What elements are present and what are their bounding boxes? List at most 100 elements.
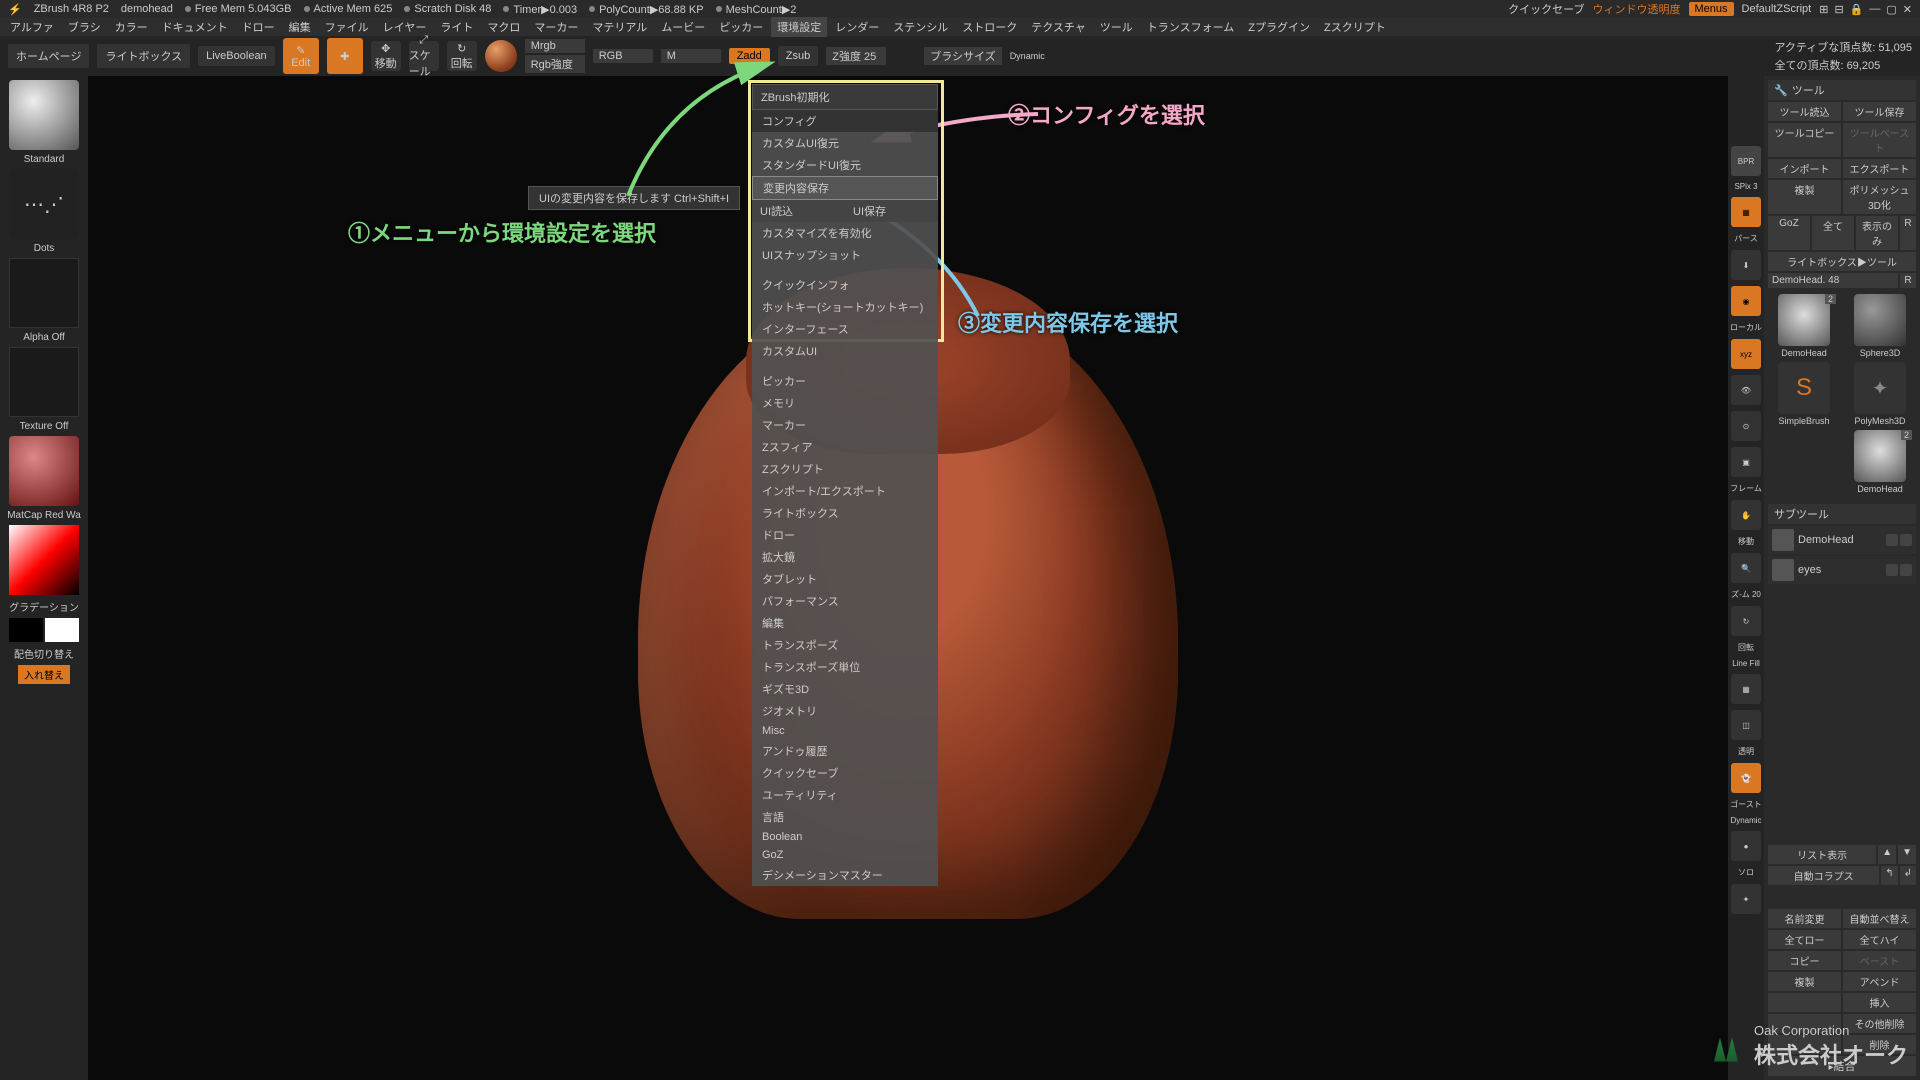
menu-tool[interactable]: ツール bbox=[1094, 17, 1139, 37]
bpr-button[interactable]: BPR bbox=[1731, 146, 1761, 176]
auto-collapse[interactable]: 自動コラプス bbox=[1768, 866, 1879, 885]
pref-item[interactable]: インポート/エクスポート bbox=[752, 480, 938, 502]
menu-stencil[interactable]: ステンシル bbox=[887, 17, 954, 37]
menu-zplugin[interactable]: Zプラグイン bbox=[1242, 17, 1316, 37]
mrgb-toggle[interactable]: Mrgb bbox=[525, 39, 585, 53]
z-intensity[interactable]: Z強度 25 bbox=[826, 47, 886, 65]
tool-import[interactable]: インポート bbox=[1768, 159, 1841, 178]
subtool-demohead[interactable]: DemoHead bbox=[1768, 526, 1916, 554]
brush-icon[interactable] bbox=[1886, 564, 1898, 576]
pref-item[interactable]: ギズモ3D bbox=[752, 678, 938, 700]
persp-button[interactable]: ▦ bbox=[1731, 197, 1761, 227]
menu-marker[interactable]: マーカー bbox=[528, 17, 584, 37]
rgb-intensity[interactable]: Rgb強度 bbox=[525, 55, 585, 73]
zoom-button[interactable]: 🔍 bbox=[1731, 553, 1761, 583]
pref-item[interactable]: インターフェース bbox=[752, 318, 938, 340]
all-high[interactable]: 全てハイ bbox=[1843, 930, 1916, 949]
pref-save-changes[interactable]: 変更内容保存 bbox=[752, 176, 938, 200]
menu-draw[interactable]: ドロー bbox=[236, 17, 281, 37]
menu-brush[interactable]: ブラシ bbox=[62, 17, 107, 37]
maximize-icon[interactable]: ▢ bbox=[1886, 3, 1896, 16]
floor-button[interactable]: ⬇ bbox=[1731, 250, 1761, 280]
tool-save[interactable]: ツール保存 bbox=[1843, 102, 1916, 121]
pref-item[interactable]: メモリ bbox=[752, 392, 938, 414]
tool-paste[interactable]: ツールペースト bbox=[1843, 123, 1916, 157]
pref-item[interactable]: 言語 bbox=[752, 806, 938, 828]
pref-item[interactable]: アンドゥ履歴 bbox=[752, 740, 938, 762]
minimize-icon[interactable]: — bbox=[1869, 3, 1880, 16]
pref-item[interactable]: カスタムUI bbox=[752, 340, 938, 362]
texture-thumbnail[interactable] bbox=[9, 347, 79, 417]
menu-color[interactable]: カラー bbox=[109, 17, 154, 37]
pref-item[interactable]: トランスポーズ単位 bbox=[752, 656, 938, 678]
menu-stroke[interactable]: ストローク bbox=[956, 17, 1023, 37]
tool-header[interactable]: 🔧ツール bbox=[1768, 80, 1916, 100]
close-icon[interactable]: ✕ bbox=[1903, 3, 1912, 16]
trans-button[interactable]: ◫ bbox=[1731, 710, 1761, 740]
tool-load[interactable]: ツール読込 bbox=[1768, 102, 1841, 121]
menu-preferences[interactable]: 環境設定 bbox=[771, 17, 827, 37]
home-button[interactable]: ホームページ bbox=[8, 44, 89, 68]
pref-item[interactable]: ライトボックス bbox=[752, 502, 938, 524]
menu-document[interactable]: ドキュメント bbox=[156, 17, 234, 37]
menu-render[interactable]: レンダー bbox=[829, 17, 885, 37]
tool-item-sphere3d[interactable]: Sphere3D bbox=[1844, 294, 1916, 358]
tool-item-polymesh3d[interactable]: ✦PolyMesh3D bbox=[1844, 362, 1916, 426]
tool-export[interactable]: エクスポート bbox=[1843, 159, 1916, 178]
pref-save-ui[interactable]: UI保存 bbox=[845, 200, 938, 222]
pref-item[interactable]: Zスクリプト bbox=[752, 458, 938, 480]
menu-macro[interactable]: マクロ bbox=[481, 17, 526, 37]
pref-config[interactable]: コンフィグ bbox=[752, 110, 938, 132]
xform-button[interactable]: ✦ bbox=[1731, 884, 1761, 914]
menu-file[interactable]: ファイル bbox=[319, 17, 375, 37]
insert2[interactable]: 挿入 bbox=[1843, 993, 1916, 1012]
current-tool[interactable]: DemoHead. 48 bbox=[1768, 273, 1898, 288]
eye-icon[interactable] bbox=[1900, 534, 1912, 546]
tool-clone[interactable]: 複製 bbox=[1768, 180, 1841, 214]
tool-lightbox[interactable]: ライトボックス▶ツール bbox=[1768, 252, 1916, 271]
tool-item-demohead[interactable]: 2DemoHead bbox=[1768, 294, 1840, 358]
pref-item[interactable]: Boolean bbox=[752, 828, 938, 846]
ghost-button[interactable]: 👻 bbox=[1731, 763, 1761, 793]
move-up-icon[interactable]: ↰ bbox=[1881, 866, 1897, 885]
move-button[interactable]: ✥移動 bbox=[371, 41, 401, 71]
alpha-thumbnail[interactable] bbox=[9, 258, 79, 328]
brush-size[interactable]: ブラシサイズ bbox=[924, 47, 1001, 65]
pref-item[interactable]: 編集 bbox=[752, 612, 938, 634]
layout-icon[interactable]: ⊞ bbox=[1819, 3, 1828, 16]
pref-item[interactable]: ドロー bbox=[752, 524, 938, 546]
layout2-icon[interactable]: ⊟ bbox=[1834, 3, 1843, 16]
m-toggle[interactable]: M bbox=[661, 49, 721, 63]
rotate-button[interactable]: ↻回転 bbox=[447, 41, 477, 71]
material-preview[interactable] bbox=[485, 40, 517, 72]
lock-icon[interactable]: 🔒 bbox=[1850, 3, 1864, 16]
menu-movie[interactable]: ムービー bbox=[655, 17, 711, 37]
move-down-icon[interactable]: ↲ bbox=[1900, 866, 1916, 885]
tool-item-simplebrush[interactable]: SSimpleBrush bbox=[1768, 362, 1840, 426]
default-zscript[interactable]: DefaultZScript bbox=[1742, 3, 1812, 15]
subtool-eyes[interactable]: eyes bbox=[1768, 556, 1916, 584]
append[interactable]: アペンド bbox=[1843, 972, 1916, 991]
color-picker[interactable] bbox=[9, 525, 79, 595]
menu-picker[interactable]: ピッカー bbox=[713, 17, 769, 37]
copy-subtool[interactable]: コピー bbox=[1768, 951, 1841, 970]
eye-icon[interactable] bbox=[1900, 564, 1912, 576]
zsub-button[interactable]: Zsub bbox=[778, 46, 818, 66]
pref-item[interactable]: Misc bbox=[752, 722, 938, 740]
menu-alpha[interactable]: アルファ bbox=[4, 17, 60, 37]
pref-snapshot[interactable]: UIスナップショット bbox=[752, 244, 938, 266]
pref-restore-std[interactable]: スタンダードUI復元 bbox=[752, 154, 938, 176]
pref-item[interactable]: タブレット bbox=[752, 568, 938, 590]
viewport[interactable]: UIの変更内容を保存します Ctrl+Shift+I ①メニューから環境設定を選… bbox=[88, 76, 1728, 1080]
dynamic-label[interactable]: Dynamic bbox=[1010, 51, 1045, 61]
xyz-button[interactable]: xyz bbox=[1731, 339, 1761, 369]
brush-icon[interactable] bbox=[1886, 534, 1898, 546]
tool-goz[interactable]: GoZ bbox=[1768, 216, 1810, 250]
solo-button[interactable]: ● bbox=[1731, 831, 1761, 861]
pref-load-ui[interactable]: UI読込 bbox=[752, 200, 845, 222]
insert[interactable] bbox=[1768, 993, 1841, 1012]
material-thumbnail[interactable] bbox=[9, 436, 79, 506]
up-icon[interactable]: ▲ bbox=[1878, 845, 1896, 864]
pref-item[interactable]: Zスフィア bbox=[752, 436, 938, 458]
stroke-thumbnail[interactable]: ⋯⋰ bbox=[9, 169, 79, 239]
